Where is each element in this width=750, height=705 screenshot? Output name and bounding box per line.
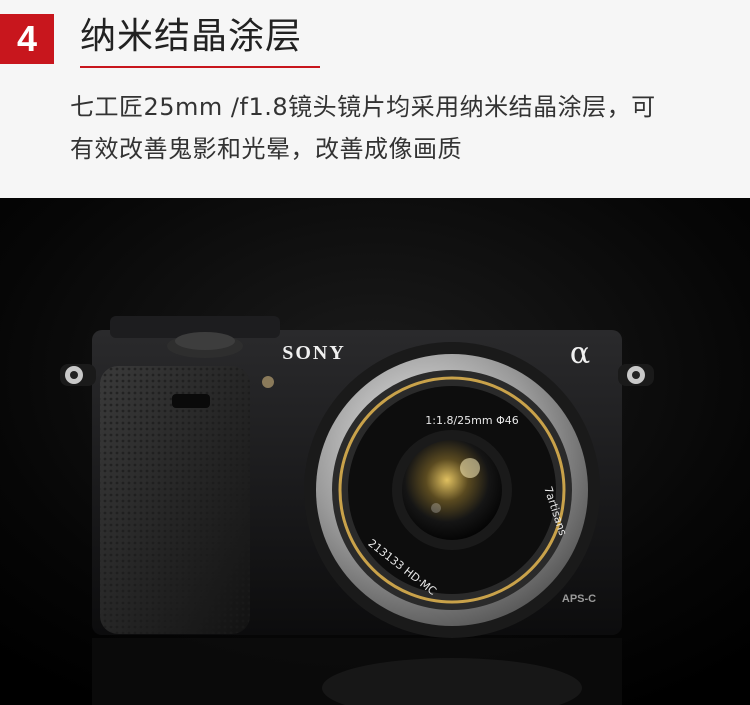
description-line-1: 七工匠25mm /f1.8镜头镜片均采用纳米结晶涂层，可 xyxy=(70,93,656,121)
section-description: 七工匠25mm /f1.8镜头镜片均采用纳米结晶涂层，可 有效改善鬼影和光晕，改… xyxy=(70,86,730,170)
section-title: 纳米结晶涂层 xyxy=(80,16,303,57)
alpha-logo: α xyxy=(570,336,590,371)
lens-spec-label: 1:1.8/25mm Φ46 xyxy=(425,414,518,427)
title-underline xyxy=(80,66,320,68)
aps-c-label: APS-C xyxy=(562,593,596,605)
description-line-2: 有效改善鬼影和光晕，改善成像画质 xyxy=(70,135,462,163)
section-header: 4 纳米结晶涂层 七工匠25mm /f1.8镜头镜片均采用纳米结晶涂层，可 有效… xyxy=(0,0,750,198)
section-number-badge: 4 xyxy=(0,14,54,64)
camera-photo: SONY α 1:1.8/25mm Φ46 7artisans 213133 H… xyxy=(0,198,750,705)
camera-brand-logo: SONY xyxy=(282,342,346,364)
